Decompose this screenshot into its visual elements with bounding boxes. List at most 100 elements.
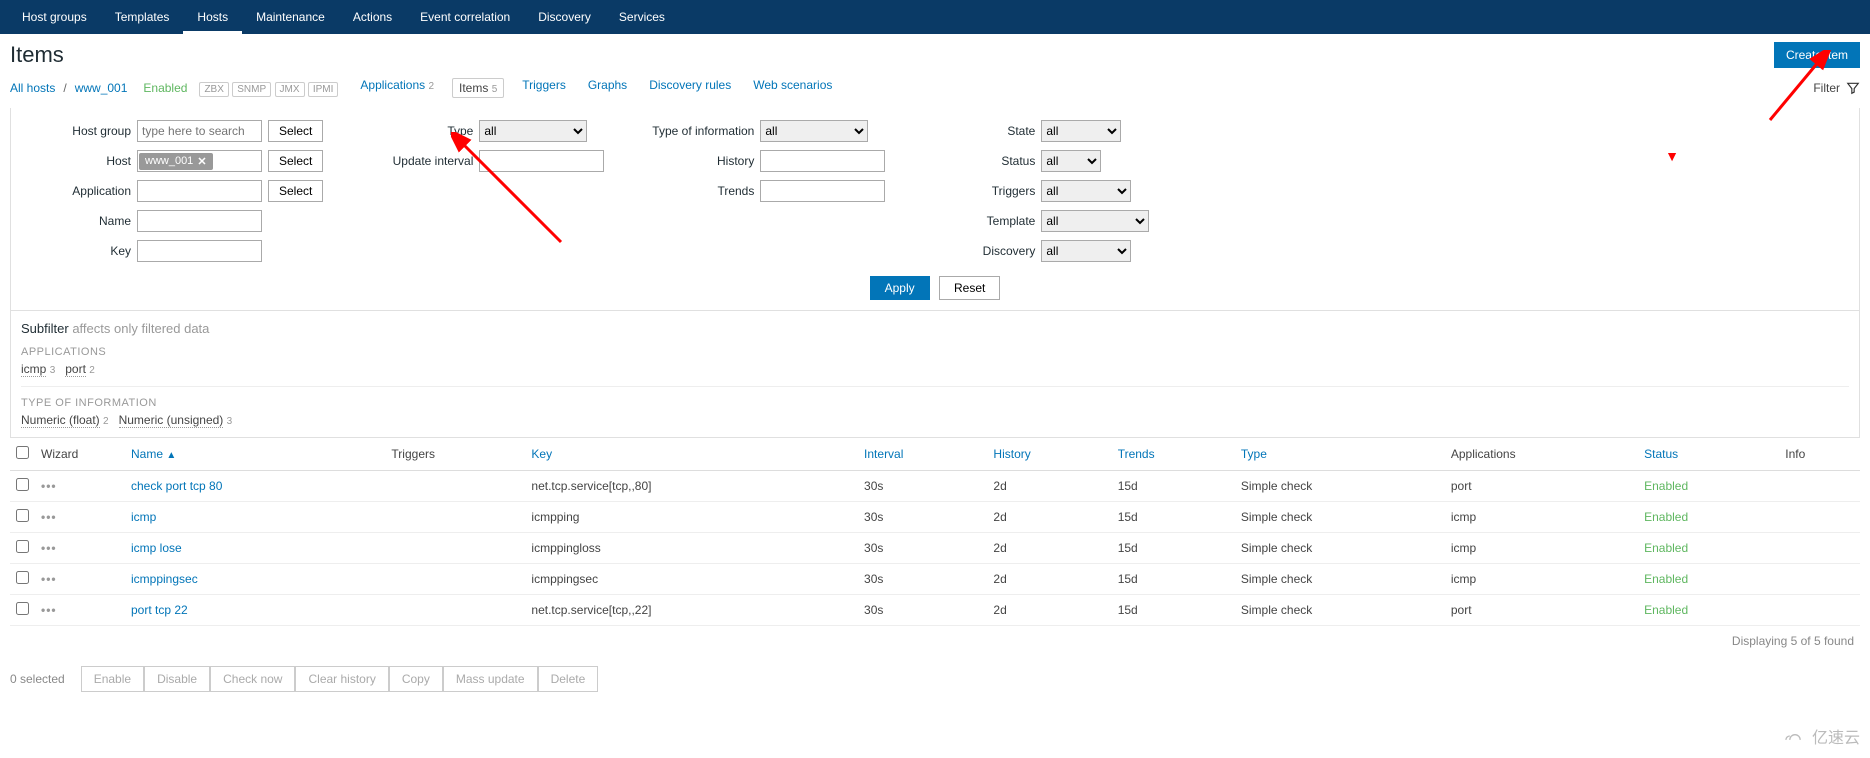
nav-discovery[interactable]: Discovery xyxy=(524,0,605,34)
template-select[interactable]: all xyxy=(1041,210,1149,232)
name-input[interactable] xyxy=(137,210,262,232)
host-status: Enabled xyxy=(143,81,187,95)
host-input[interactable]: www_001✕ xyxy=(137,150,262,172)
cell-history: 2d xyxy=(987,533,1111,564)
history-input[interactable] xyxy=(760,150,885,172)
cell-app: port xyxy=(1445,595,1638,626)
breadcrumb-host[interactable]: www_001 xyxy=(75,81,128,95)
apply-button[interactable]: Apply xyxy=(870,276,930,300)
nav-maintenance[interactable]: Maintenance xyxy=(242,0,339,34)
application-select-button[interactable]: Select xyxy=(268,180,323,202)
col-status[interactable]: Status xyxy=(1638,438,1779,471)
key-input[interactable] xyxy=(137,240,262,262)
status-link[interactable]: Enabled xyxy=(1644,541,1688,555)
trends-input[interactable] xyxy=(760,180,885,202)
cell-trends: 15d xyxy=(1112,502,1235,533)
subfilter-title: Subfilter xyxy=(21,321,69,336)
status-select[interactable]: all xyxy=(1041,150,1101,172)
check-now-button[interactable]: Check now xyxy=(210,666,295,692)
delete-button[interactable]: Delete xyxy=(538,666,599,692)
nav-templates[interactable]: Templates xyxy=(101,0,184,34)
disable-button[interactable]: Disable xyxy=(144,666,210,692)
subfilter-type[interactable]: Numeric (float) xyxy=(21,413,100,428)
item-name-link[interactable]: icmp xyxy=(131,510,156,524)
tab-web-scenarios[interactable]: Web scenarios xyxy=(749,78,836,98)
reset-button[interactable]: Reset xyxy=(939,276,1000,300)
wizard-menu-icon[interactable]: ••• xyxy=(41,541,57,555)
tab-triggers[interactable]: Triggers xyxy=(518,78,570,98)
host-group-select-button[interactable]: Select xyxy=(268,120,323,142)
copy-button[interactable]: Copy xyxy=(389,666,443,692)
row-checkbox[interactable] xyxy=(16,509,29,522)
label-host: Host xyxy=(21,154,131,168)
cell-interval: 30s xyxy=(858,595,987,626)
tab-graphs[interactable]: Graphs xyxy=(584,78,631,98)
nav-actions[interactable]: Actions xyxy=(339,0,406,34)
cell-type: Simple check xyxy=(1235,595,1445,626)
create-item-button[interactable]: Create item xyxy=(1774,42,1860,68)
subfilter-app-port[interactable]: port xyxy=(65,362,86,377)
item-name-link[interactable]: check port tcp 80 xyxy=(131,479,222,493)
cell-history: 2d xyxy=(987,595,1111,626)
label-status: Status xyxy=(925,154,1035,168)
discovery-select[interactable]: all xyxy=(1041,240,1131,262)
subfilter-type[interactable]: Numeric (unsigned) xyxy=(119,413,224,428)
col-trends[interactable]: Trends xyxy=(1112,438,1235,471)
remove-token-icon[interactable]: ✕ xyxy=(197,155,206,168)
wizard-menu-icon[interactable]: ••• xyxy=(41,603,57,617)
row-checkbox[interactable] xyxy=(16,540,29,553)
filter-label[interactable]: Filter xyxy=(1813,81,1840,95)
clear-history-button[interactable]: Clear history xyxy=(295,666,388,692)
nav-event-correlation[interactable]: Event correlation xyxy=(406,0,524,34)
host-token[interactable]: www_001✕ xyxy=(139,153,213,170)
update-interval-input[interactable] xyxy=(479,150,604,172)
row-checkbox[interactable] xyxy=(16,478,29,491)
row-checkbox[interactable] xyxy=(16,571,29,584)
triggers-select[interactable]: all xyxy=(1041,180,1131,202)
wizard-menu-icon[interactable]: ••• xyxy=(41,510,57,524)
col-history[interactable]: History xyxy=(987,438,1111,471)
nav-services[interactable]: Services xyxy=(605,0,679,34)
item-name-link[interactable]: icmppingsec xyxy=(131,572,198,586)
col-key[interactable]: Key xyxy=(525,438,858,471)
nav-hosts[interactable]: Hosts xyxy=(183,0,242,34)
nav-host-groups[interactable]: Host groups xyxy=(8,0,101,34)
cell-type: Simple check xyxy=(1235,471,1445,502)
status-link[interactable]: Enabled xyxy=(1644,510,1688,524)
col-type[interactable]: Type xyxy=(1235,438,1445,471)
cell-trends: 15d xyxy=(1112,533,1235,564)
breadcrumb-sep: / xyxy=(63,81,66,95)
row-checkbox[interactable] xyxy=(16,602,29,615)
status-link[interactable]: Enabled xyxy=(1644,479,1688,493)
tab-discovery-rules[interactable]: Discovery rules xyxy=(645,78,735,98)
enable-button[interactable]: Enable xyxy=(81,666,144,692)
filter-icon[interactable] xyxy=(1846,81,1860,95)
wizard-menu-icon[interactable]: ••• xyxy=(41,479,57,493)
subfilter-app-icmp[interactable]: icmp xyxy=(21,362,46,377)
indicator-snmp: SNMP xyxy=(232,82,271,97)
tab-applications[interactable]: Applications 2 xyxy=(356,78,438,98)
type-info-select[interactable]: all xyxy=(760,120,868,142)
col-name[interactable]: Name ▲ xyxy=(125,438,385,471)
table-row: •••icmp loseicmppingloss30s2d15dSimple c… xyxy=(10,533,1860,564)
wizard-menu-icon[interactable]: ••• xyxy=(41,572,57,586)
state-select[interactable]: all xyxy=(1041,120,1121,142)
select-all-checkbox[interactable] xyxy=(16,446,29,459)
tab-items[interactable]: Items 5 xyxy=(452,78,504,98)
indicator-jmx: JMX xyxy=(275,82,305,97)
application-input[interactable] xyxy=(137,180,262,202)
col-interval[interactable]: Interval xyxy=(858,438,987,471)
status-link[interactable]: Enabled xyxy=(1644,603,1688,617)
cell-trends: 15d xyxy=(1112,595,1235,626)
item-name-link[interactable]: port tcp 22 xyxy=(131,603,188,617)
items-table: Wizard Name ▲ Triggers Key Interval Hist… xyxy=(10,438,1860,626)
cell-history: 2d xyxy=(987,471,1111,502)
status-link[interactable]: Enabled xyxy=(1644,572,1688,586)
label-state: State xyxy=(925,124,1035,138)
mass-update-button[interactable]: Mass update xyxy=(443,666,538,692)
item-name-link[interactable]: icmp lose xyxy=(131,541,182,555)
host-group-input[interactable] xyxy=(137,120,262,142)
type-select[interactable]: all xyxy=(479,120,587,142)
breadcrumb-all-hosts[interactable]: All hosts xyxy=(10,81,55,95)
host-select-button[interactable]: Select xyxy=(268,150,323,172)
